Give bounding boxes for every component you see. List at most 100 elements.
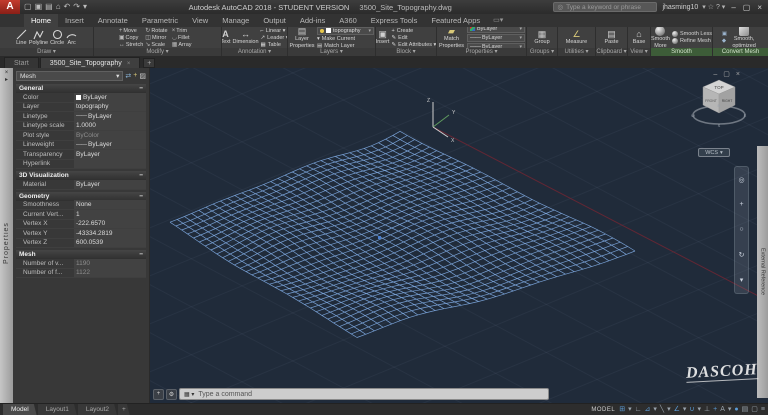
panel-label-annotation[interactable]: Annotation ▾	[222, 48, 287, 56]
property-value[interactable]: 1190	[74, 259, 146, 268]
smooth-less-button[interactable]: Smooth Less	[672, 31, 712, 37]
refine-mesh-button[interactable]: Refine Mesh	[672, 38, 712, 44]
navigation-bar[interactable]: ◎+○↻▾	[734, 166, 749, 294]
mirror-button[interactable]: ◫Mirror	[145, 34, 169, 41]
app-menu-button[interactable]: A	[0, 0, 20, 14]
close-button[interactable]: ×	[757, 3, 762, 12]
status-icon-9[interactable]: ∪	[689, 404, 694, 415]
status-icon-0[interactable]: ⊞	[619, 404, 625, 415]
property-value[interactable]: -43334.2819	[74, 229, 146, 238]
qat-icon-0[interactable]: ▢	[24, 0, 32, 14]
match-properties-button[interactable]: ▰ Match Properties	[438, 27, 465, 48]
signed-in-user[interactable]: jhasming10	[662, 4, 698, 11]
collapse-icon[interactable]: −	[139, 192, 143, 201]
steering-wheel-icon[interactable]: ◎	[738, 176, 744, 184]
circle-button[interactable]: Circle	[50, 29, 64, 46]
status-icon-12[interactable]: +	[713, 404, 717, 415]
layout-tab-layout2[interactable]: Layout2	[78, 404, 117, 415]
status-icon-5[interactable]: ╲	[660, 404, 664, 415]
palette-close-icon[interactable]: ×	[5, 70, 9, 77]
external-reference-tab[interactable]: External Reference	[757, 146, 768, 398]
array-button[interactable]: ▦Array	[172, 41, 196, 48]
tab-home[interactable]: Home	[24, 14, 58, 27]
scale-button[interactable]: ↘Scale	[145, 41, 169, 48]
property-value[interactable]: ByLayer	[74, 150, 146, 159]
edit-attributes-button[interactable]: ✎Edit Attributes ▾	[391, 42, 436, 48]
tab-manage[interactable]: Manage	[215, 14, 256, 27]
tab-express-tools[interactable]: Express Tools	[364, 14, 425, 27]
command-recent-icon[interactable]: ▦ ▾	[184, 391, 194, 398]
qat-icon-3[interactable]: ⌂	[56, 0, 61, 14]
editbutton[interactable]: ✎Edit	[391, 35, 436, 41]
file-tab-start[interactable]: Start	[4, 57, 39, 68]
status-icon-17[interactable]: ▢	[751, 404, 758, 415]
command-settings-button[interactable]: ⚙	[166, 389, 177, 400]
panel-label-utilities[interactable]: Utilities ▾	[558, 48, 595, 56]
line-button[interactable]: Line	[16, 29, 27, 46]
ribbon-collapse-icon[interactable]: ▭▾	[493, 14, 503, 27]
panel-label-clipboard[interactable]: Clipboard ▾	[596, 48, 627, 56]
compass-W[interactable]: W	[691, 113, 695, 118]
measure-button[interactable]: ∠ Measure	[566, 29, 587, 45]
property-value[interactable]: topography	[74, 102, 146, 111]
dimension-button[interactable]: ↔ Dimension	[233, 29, 259, 45]
compass-E[interactable]: E	[744, 113, 747, 118]
property-value[interactable]: 1.0000	[74, 121, 146, 130]
property-value[interactable]: ——ByLayer	[74, 140, 146, 149]
property-value[interactable]: 1	[74, 210, 146, 219]
stretch-button[interactable]: ↔Stretch	[119, 42, 143, 48]
file-tab-3500_site_topography[interactable]: 3500_Site_Topography×	[40, 57, 141, 68]
status-icon-11[interactable]: ⊥	[704, 404, 710, 415]
make-current-button[interactable]: ▾Make Current	[317, 36, 374, 42]
property-value[interactable]: 1122	[74, 268, 146, 277]
collapse-icon[interactable]: −	[139, 171, 143, 180]
object-type-dropdown[interactable]: Mesh ▾	[16, 71, 123, 81]
tab-a360[interactable]: A360	[332, 14, 364, 27]
navbar-more-icon[interactable]: ▾	[740, 276, 744, 284]
layer-properties-button[interactable]: ▤ Layer Properties	[289, 27, 315, 48]
command-input[interactable]: ▦ ▾ Type a command	[179, 388, 549, 400]
trim-button[interactable]: ×Trim	[172, 28, 196, 34]
status-icon-8[interactable]: ▾	[683, 404, 687, 415]
layout-tab-model[interactable]: Model	[3, 404, 37, 415]
palette-title-strip[interactable]: × ▸ Properties	[0, 68, 13, 403]
help-search-input[interactable]: ◎ Type a keyword or phrase	[553, 2, 657, 12]
status-icon-1[interactable]: ▾	[628, 404, 632, 415]
move-button[interactable]: +Move	[119, 28, 143, 34]
tab-parametric[interactable]: Parametric	[135, 14, 185, 27]
property-value[interactable]: ByLayer	[74, 180, 146, 189]
section-header-geometry[interactable]: Geometry−	[16, 192, 146, 201]
status-icon-6[interactable]: ▾	[667, 404, 671, 415]
status-icon-15[interactable]: ●	[734, 404, 738, 415]
leader-button[interactable]: ↗Leader ▾	[261, 35, 287, 41]
compass-S[interactable]: S	[718, 123, 721, 128]
paste-button[interactable]: ▤ Paste	[604, 29, 618, 45]
base-button[interactable]: ⌂ Base	[633, 29, 646, 45]
tab-featured-apps[interactable]: Featured Apps	[424, 14, 487, 27]
tab-insert[interactable]: Insert	[58, 14, 91, 27]
fillet-button[interactable]: ◡Fillet	[172, 34, 196, 41]
polyline-button[interactable]: Polyline	[29, 29, 48, 46]
panel-label-view[interactable]: View ▾	[628, 48, 650, 56]
insert-button[interactable]: ▣ Insert	[376, 29, 389, 45]
panel-label-modify[interactable]: Modify ▾	[94, 48, 221, 56]
tab-output[interactable]: Output	[256, 14, 293, 27]
status-icon-18[interactable]: ≡	[761, 404, 765, 415]
panel-label-properties[interactable]: Properties ▾	[437, 48, 526, 56]
qat-icon-4[interactable]: ↶	[64, 0, 71, 14]
bylayer-dropdown-1[interactable]: ——ByLayer▾	[467, 34, 525, 42]
status-icon-14[interactable]: ▾	[728, 404, 732, 415]
new-layout-button[interactable]: +	[118, 404, 130, 415]
property-value[interactable]: ——ByLayer	[74, 112, 146, 121]
property-value[interactable]: ByLayer	[74, 93, 146, 102]
minimize-button[interactable]: –	[731, 3, 735, 12]
section-header-3d-visualization[interactable]: 3D Visualization−	[16, 171, 146, 180]
status-icon-16[interactable]: ▤	[742, 404, 749, 415]
property-value[interactable]: None	[74, 200, 146, 209]
collapse-icon[interactable]: −	[139, 250, 143, 259]
collapse-icon[interactable]: −	[139, 84, 143, 93]
tablebutton[interactable]: ▦Table	[261, 42, 287, 48]
section-header-general[interactable]: General−	[16, 84, 146, 93]
panel-label-draw[interactable]: Draw ▾	[0, 48, 93, 56]
tab-add-ins[interactable]: Add-ins	[293, 14, 332, 27]
